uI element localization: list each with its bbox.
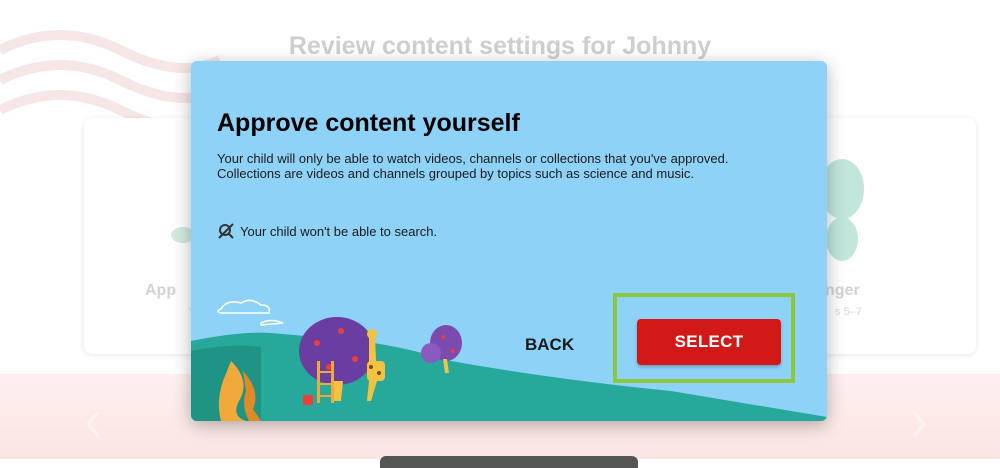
card-sub-right: s 5–7 <box>835 306 862 318</box>
search-disabled-note: Your child won't be able to search. <box>217 222 437 240</box>
approve-content-dialog: Approve content yourself Your child will… <box>191 61 827 421</box>
page-title: Review content settings for Johnny <box>288 32 712 60</box>
search-off-icon <box>218 223 234 239</box>
search-disabled-text: Your child won't be able to search. <box>240 223 438 239</box>
dialog-title: Approve content yourself <box>217 109 520 137</box>
continue-button[interactable] <box>380 456 638 468</box>
select-button[interactable]: SELECT <box>637 319 781 365</box>
dialog-description: Your child will only be able to watch vi… <box>217 151 729 181</box>
chevron-left-icon[interactable] <box>86 410 100 438</box>
card-label-left: App <box>145 282 177 299</box>
back-button[interactable]: BACK <box>517 329 582 361</box>
card-label-right: nger <box>825 282 860 299</box>
chevron-right-icon[interactable] <box>912 410 926 438</box>
